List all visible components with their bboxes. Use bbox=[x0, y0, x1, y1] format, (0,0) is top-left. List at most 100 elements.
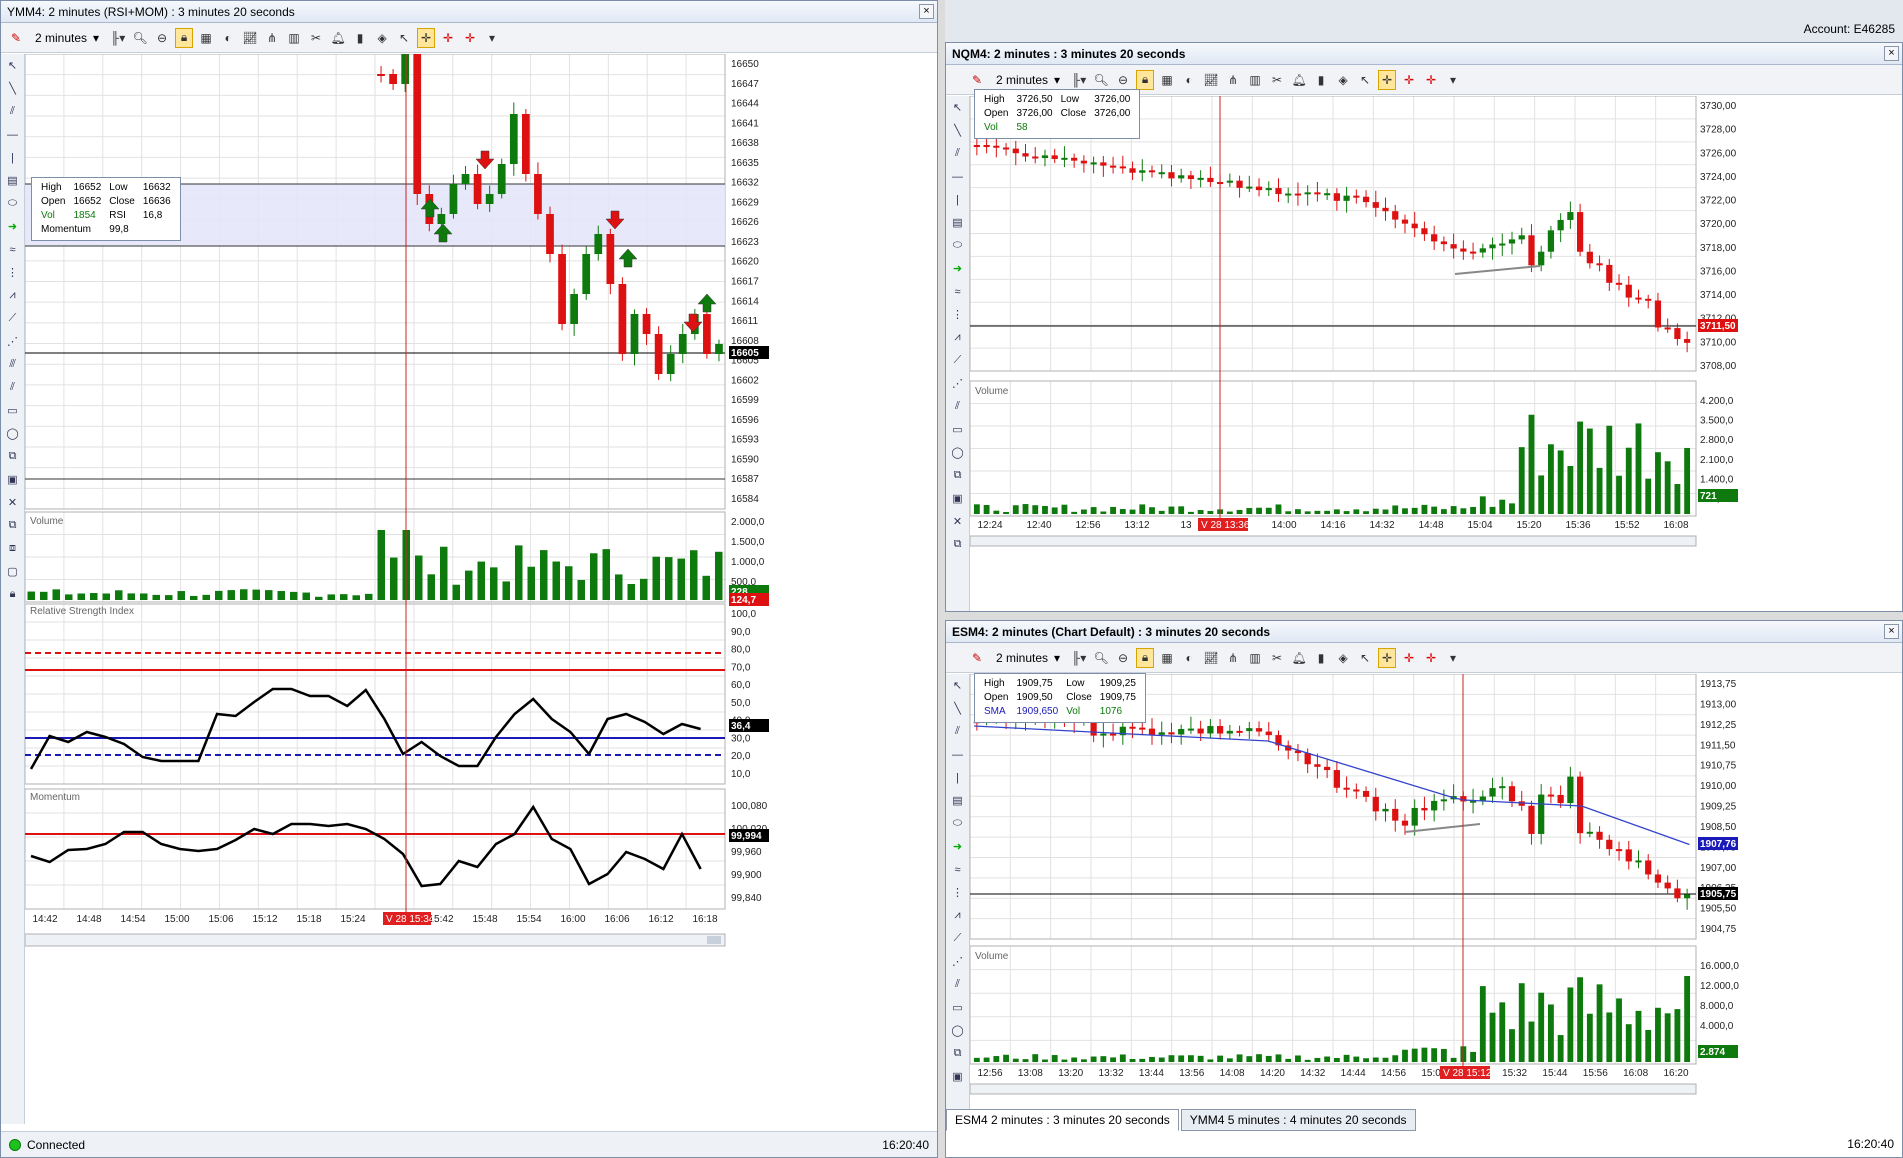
bars-type-icon[interactable]: ╟▾ bbox=[1070, 70, 1088, 90]
lock-icon[interactable]: 🔒︎ bbox=[1136, 69, 1155, 90]
zoom-out-icon[interactable]: ⊖ bbox=[153, 28, 171, 48]
alert-bell-icon[interactable]: 🔔︎ bbox=[1290, 648, 1308, 668]
eraser-icon[interactable]: ◈ bbox=[1334, 648, 1352, 668]
fan-icon[interactable]: ⋰ bbox=[946, 950, 969, 973]
pointer-icon[interactable]: ↖ bbox=[1356, 70, 1374, 90]
crosshair-icon[interactable]: ✛ bbox=[1378, 69, 1397, 90]
nq-chart-canvas[interactable]: 3730,00 3728,00 3726,00 3724,00 3722,00 3720,… bbox=[970, 96, 1902, 611]
tags-icon[interactable]: ⧉ bbox=[946, 1042, 969, 1065]
alert-bell-icon[interactable]: 🔔︎ bbox=[329, 28, 347, 48]
circle-tool-icon[interactable]: ◯ bbox=[946, 1019, 969, 1042]
delete-icon[interactable]: ✕ bbox=[946, 510, 969, 533]
ray-tool-icon[interactable]: ⫽ bbox=[946, 142, 969, 165]
strategies-icon[interactable]: ⋔ bbox=[263, 28, 281, 48]
arrow-tool-icon[interactable]: ↖ bbox=[1, 54, 24, 77]
ellipse-tool-icon[interactable]: ⬭ bbox=[946, 234, 969, 257]
regression-icon[interactable]: ⩘ bbox=[946, 326, 969, 349]
properties-icon[interactable]: ▦ bbox=[1158, 70, 1176, 90]
circle-tool-icon[interactable]: ◯ bbox=[1, 422, 24, 445]
horizontal-line-icon[interactable]: — bbox=[946, 743, 969, 766]
line-tool-icon[interactable]: ╲ bbox=[946, 119, 969, 142]
horizontal-line-icon[interactable]: — bbox=[946, 165, 969, 188]
close-icon[interactable]: × bbox=[1884, 46, 1899, 61]
regression-icon[interactable]: ⩘ bbox=[1, 284, 24, 307]
interval-select[interactable]: 2 minutes ▾ bbox=[990, 647, 1066, 669]
text-tool-icon[interactable]: ▤ bbox=[1, 169, 24, 192]
line-tool-icon[interactable]: ╲ bbox=[1, 77, 24, 100]
fibonacci-icon[interactable]: ≈ bbox=[1, 238, 24, 261]
tab-ymm4[interactable]: YMM4 5 minutes : 4 minutes 20 seconds bbox=[1180, 1109, 1416, 1131]
horizontal-line-icon[interactable]: — bbox=[1, 123, 24, 146]
pin-icon[interactable]: ✎ bbox=[968, 648, 986, 668]
copy-icon[interactable]: ⧉ bbox=[1, 514, 24, 537]
es-title-bar[interactable]: ESM4: 2 minutes (Chart Default) : 3 minu… bbox=[946, 621, 1902, 643]
ray-tool-icon[interactable]: ⫽ bbox=[1, 100, 24, 123]
zoom-out-icon[interactable]: ⊖ bbox=[1114, 648, 1132, 668]
data-box-icon[interactable]: ▥ bbox=[1246, 648, 1264, 668]
scissors-icon[interactable]: ✂ bbox=[307, 28, 325, 48]
interval-select[interactable]: 2 minutes ▾ bbox=[990, 69, 1066, 91]
global-crosshair-icon[interactable]: ✛ bbox=[439, 28, 457, 48]
zoom-in-icon[interactable]: 🔍︎ bbox=[1092, 70, 1110, 90]
rectangle-tool-icon[interactable]: ▭ bbox=[1, 399, 24, 422]
line-tool-icon[interactable]: ╲ bbox=[946, 697, 969, 720]
lock-icon[interactable]: 🔒︎ bbox=[175, 27, 194, 48]
globe-icon[interactable]: ◐ bbox=[1180, 648, 1198, 668]
regression-icon[interactable]: ⩘ bbox=[946, 904, 969, 927]
es-chart-canvas[interactable]: 1913,75 1913,00 1912,25 1911,50 1910,75 1910,… bbox=[970, 674, 1902, 1114]
fibonacci-icon[interactable]: ≈ bbox=[946, 858, 969, 881]
pitchfork-icon[interactable]: ⟋ bbox=[946, 349, 969, 372]
gann-icon[interactable]: ⋮ bbox=[1, 261, 24, 284]
alert-bell-icon[interactable]: 🔔︎ bbox=[1290, 70, 1308, 90]
book-icon[interactable]: ▮ bbox=[351, 28, 369, 48]
pitchfork-icon[interactable]: ⟋ bbox=[946, 927, 969, 950]
ray-tool-icon[interactable]: ⫽ bbox=[946, 720, 969, 743]
label-icon[interactable]: ▣ bbox=[946, 1065, 969, 1088]
paste-icon[interactable]: ⧈ bbox=[1, 537, 24, 560]
marker-icon[interactable]: ✛ bbox=[1422, 70, 1440, 90]
fibonacci-icon[interactable]: ≈ bbox=[946, 280, 969, 303]
arrow-tool-icon[interactable]: ↖ bbox=[946, 96, 969, 119]
global-crosshair-icon[interactable]: ✛ bbox=[1400, 648, 1418, 668]
strategies-icon[interactable]: ⋔ bbox=[1224, 70, 1242, 90]
lock-drawings-icon[interactable]: 🔒︎ bbox=[1, 583, 24, 606]
gann-icon[interactable]: ⋮ bbox=[946, 303, 969, 326]
more-icon[interactable]: ▾ bbox=[1444, 648, 1462, 668]
arrow-tool-icon[interactable]: ↖ bbox=[946, 674, 969, 697]
channel-icon[interactable]: ⫽ bbox=[946, 395, 969, 418]
speed-lines-icon[interactable]: ⫻ bbox=[1, 353, 24, 376]
eraser-icon[interactable]: ◈ bbox=[1334, 70, 1352, 90]
arrow-right-icon[interactable]: ➜ bbox=[1, 215, 24, 238]
scissors-icon[interactable]: ✂ bbox=[1268, 70, 1286, 90]
tab-esm4[interactable]: ESM4 2 minutes : 3 minutes 20 seconds bbox=[946, 1109, 1179, 1131]
bars-type-icon[interactable]: ╟▾ bbox=[109, 28, 127, 48]
zoom-in-icon[interactable]: 🔍︎ bbox=[1092, 648, 1110, 668]
zoom-out-icon[interactable]: ⊖ bbox=[1114, 70, 1132, 90]
text-tool-icon[interactable]: ▤ bbox=[946, 789, 969, 812]
more-icon[interactable]: ▾ bbox=[1444, 70, 1462, 90]
globe-icon[interactable]: ◐ bbox=[219, 28, 237, 48]
close-icon[interactable]: × bbox=[1884, 624, 1899, 639]
close-icon[interactable]: × bbox=[919, 4, 934, 19]
marker-icon[interactable]: ✛ bbox=[461, 28, 479, 48]
global-crosshair-icon[interactable]: ✛ bbox=[1400, 70, 1418, 90]
eraser-icon[interactable]: ◈ bbox=[373, 28, 391, 48]
gann-icon[interactable]: ⋮ bbox=[946, 881, 969, 904]
rectangle-tool-icon[interactable]: ▭ bbox=[946, 418, 969, 441]
text-tool-icon[interactable]: ▤ bbox=[946, 211, 969, 234]
properties-icon[interactable]: ▦ bbox=[197, 28, 215, 48]
pin-icon[interactable]: ✎ bbox=[7, 28, 25, 48]
properties-icon[interactable]: ▦ bbox=[1158, 648, 1176, 668]
nq-title-bar[interactable]: NQM4: 2 minutes : 3 minutes 20 seconds × bbox=[946, 43, 1902, 65]
tags-icon[interactable]: ⧉ bbox=[1, 445, 24, 468]
label-icon[interactable]: ▣ bbox=[1, 468, 24, 491]
ellipse-tool-icon[interactable]: ⬭ bbox=[1, 192, 24, 215]
arrow-right-icon[interactable]: ➜ bbox=[946, 257, 969, 280]
strategies-icon[interactable]: ⋔ bbox=[1224, 648, 1242, 668]
lock-icon[interactable]: 🔒︎ bbox=[1136, 647, 1155, 668]
data-box-icon[interactable]: ▥ bbox=[285, 28, 303, 48]
indicators-icon[interactable]: 📈︎ bbox=[1202, 70, 1220, 90]
ym-title-bar[interactable]: YMM4: 2 minutes (RSI+MOM) : 3 minutes 20… bbox=[1, 1, 937, 23]
marker-icon[interactable]: ✛ bbox=[1422, 648, 1440, 668]
fan-icon[interactable]: ⋰ bbox=[946, 372, 969, 395]
